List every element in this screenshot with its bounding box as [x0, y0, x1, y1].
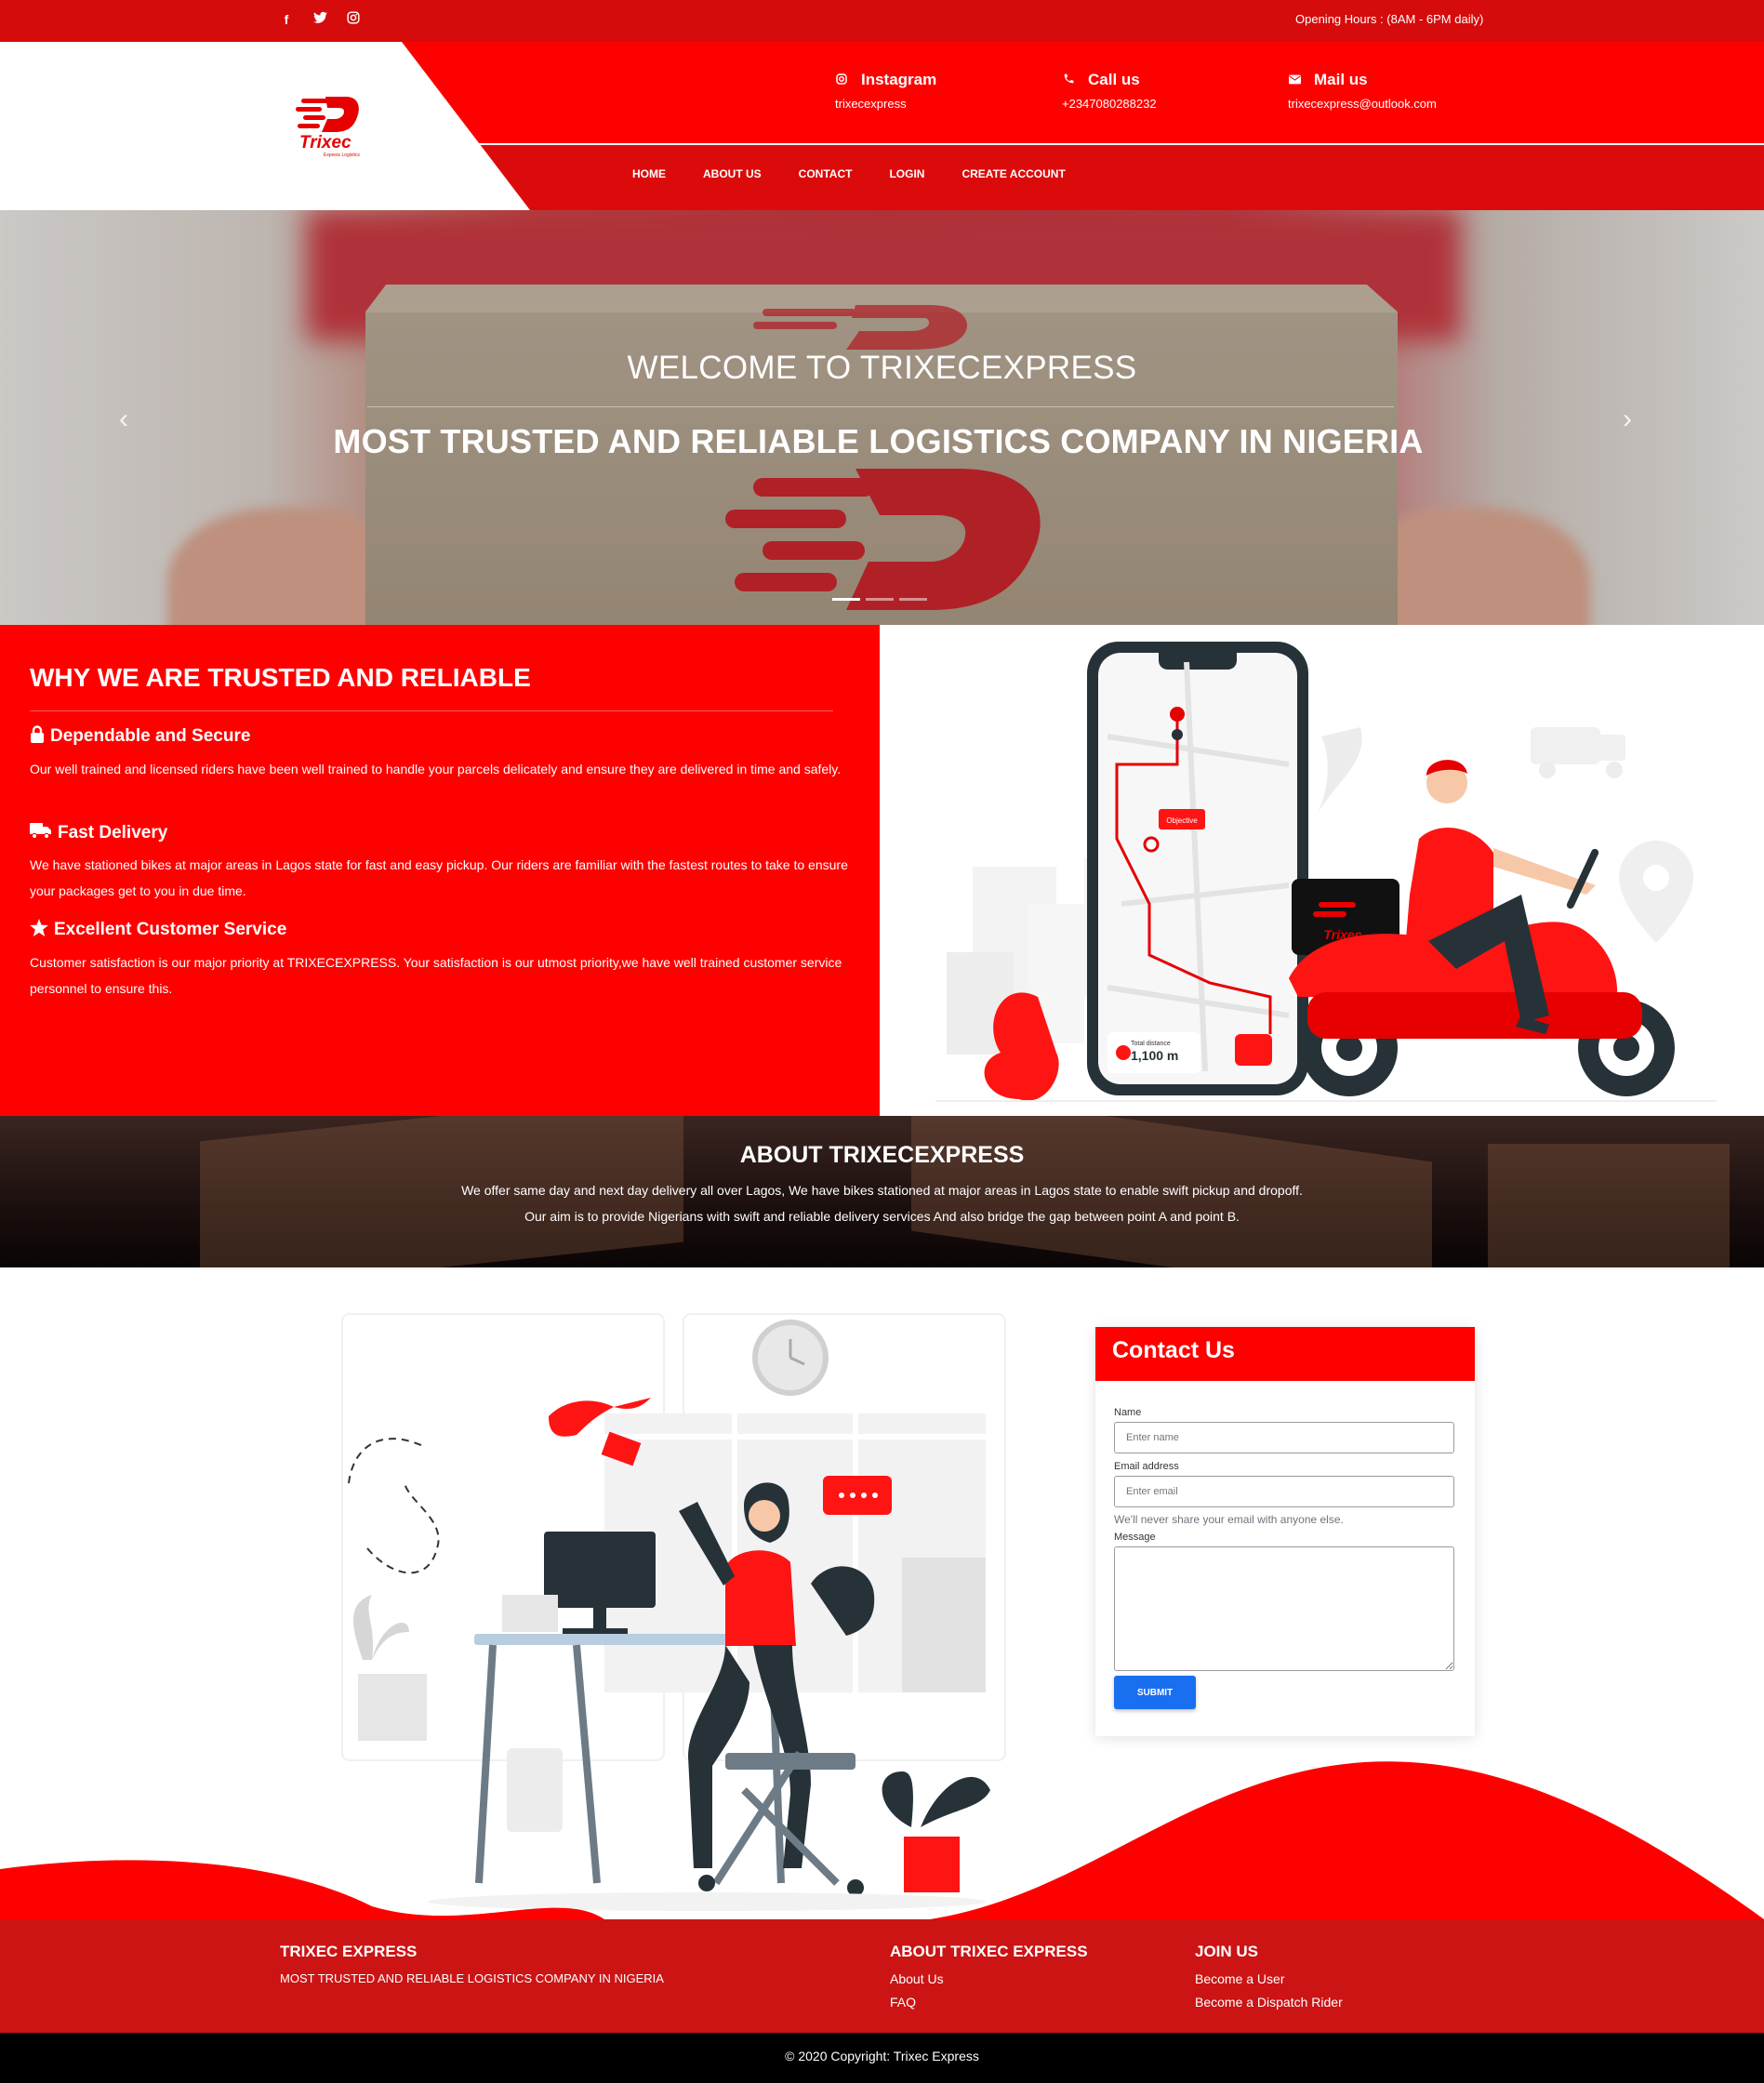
top-bar: f Opening Hours : (8AM - 6PM daily): [0, 0, 1764, 42]
nav-home[interactable]: HOME: [632, 167, 666, 180]
email-hint: We'll never share your email with anyone…: [1114, 1513, 1344, 1526]
contact-title: Instagram: [861, 71, 937, 88]
twitter-icon[interactable]: [312, 11, 327, 28]
brand-tagline: Express Logistics: [324, 153, 360, 158]
contact-form: Name Email address We'll never share you…: [1114, 1407, 1454, 1709]
why-item: Excellent Customer Service Customer sati…: [30, 919, 848, 1002]
carousel-dot[interactable]: [899, 598, 927, 601]
instagram-icon: [835, 73, 848, 87]
why-item-text: Customer satisfaction is our major prior…: [30, 955, 842, 996]
why-item: Dependable and Secure Our well trained a…: [30, 725, 848, 782]
opening-hours: Opening Hours : (8AM - 6PM daily): [1295, 12, 1484, 26]
name-input[interactable]: [1114, 1422, 1454, 1453]
why-item: Fast Delivery We have stationed bikes at…: [30, 822, 848, 904]
why-item-title: Excellent Customer Service: [54, 920, 287, 939]
carousel-prev-icon[interactable]: ‹: [119, 404, 128, 435]
footer-link-become-rider[interactable]: Become a Dispatch Rider: [1195, 1995, 1343, 2010]
email-input[interactable]: [1114, 1476, 1454, 1507]
phone-icon: [1062, 73, 1075, 87]
nav-about-us[interactable]: ABOUT US: [703, 167, 762, 180]
footer-link-faq[interactable]: FAQ: [890, 1995, 1088, 2010]
contact-value: +2347080288232: [1062, 97, 1157, 111]
envelope-icon: [1288, 73, 1301, 87]
footer: TRIXEC EXPRESS MOST TRUSTED AND RELIABLE…: [0, 1919, 1764, 2033]
message-label: Message: [1114, 1532, 1156, 1543]
why-section: WHY WE ARE TRUSTED AND RELIABLE Dependab…: [0, 625, 880, 1116]
brand-name: Trixec: [299, 133, 351, 153]
contact-value: trixecexpress: [835, 97, 907, 111]
star-icon: [30, 919, 48, 941]
truck-icon: [30, 822, 52, 843]
footer-heading: JOIN US: [1195, 1943, 1259, 1960]
mail-contact[interactable]: Mail us trixecexpress@outlook.com: [1288, 71, 1437, 111]
distance-label: Total distance: [1131, 1041, 1171, 1047]
hero-subtitle: MOST TRUSTED AND RELIABLE LOGISTICS COMP…: [333, 422, 1424, 460]
about-title: ABOUT TRIXECEXPRESS: [739, 1142, 1025, 1168]
footer-join-col: JOIN US Become a User Become a Dispatch …: [1195, 1943, 1343, 2010]
footer-link-about-us[interactable]: About Us: [890, 1971, 1088, 1986]
footer-tagline: MOST TRUSTED AND RELIABLE LOGISTICS COMP…: [280, 1971, 664, 1985]
map-label: Objective: [1166, 816, 1198, 825]
distance-value: 1,100 m: [1131, 1048, 1178, 1063]
instagram-icon[interactable]: [346, 11, 361, 28]
delivery-illustration: Objective Total distance 1,100 m Trixec: [880, 625, 1764, 1116]
copyright: © 2020 Copyright: Trixec Express: [0, 2033, 1764, 2083]
why-item-title: Dependable and Secure: [50, 726, 251, 746]
contact-form-title: Contact Us: [1095, 1327, 1475, 1381]
carousel-next-icon[interactable]: ›: [1623, 404, 1632, 435]
carousel-indicators: [832, 598, 927, 601]
footer-heading: ABOUT TRIXEC EXPRESS: [890, 1943, 1088, 1960]
about-text: Our aim is to provide Nigerians with swi…: [524, 1209, 1240, 1224]
nav-contact[interactable]: CONTACT: [799, 167, 853, 180]
why-title: WHY WE ARE TRUSTED AND RELIABLE: [30, 663, 531, 692]
nav-create-account[interactable]: CREATE ACCOUNT: [962, 167, 1065, 180]
contact-value: trixecexpress@outlook.com: [1288, 97, 1437, 111]
logo-mark-icon: [296, 97, 359, 132]
submit-button[interactable]: SUBMIT: [1114, 1676, 1196, 1709]
header-divider: [479, 143, 1764, 145]
social-links: f: [279, 11, 361, 28]
facebook-icon[interactable]: f: [279, 11, 294, 28]
about-section: ABOUT TRIXECEXPRESS We offer same day an…: [0, 1116, 1764, 1267]
why-item-title: Fast Delivery: [58, 822, 168, 842]
instagram-contact[interactable]: Instagram trixecexpress: [835, 71, 936, 111]
footer-heading: TRIXEC EXPRESS: [280, 1943, 418, 1960]
contact-form-card: Contact Us Name Email address We'll neve…: [1095, 1327, 1475, 1736]
carousel-dot[interactable]: [832, 598, 860, 601]
footer-link-become-user[interactable]: Become a User: [1195, 1971, 1343, 1986]
email-label: Email address: [1114, 1461, 1179, 1472]
scooter-delivery-illustration: Objective Total distance 1,100 m Trixec: [935, 642, 1717, 1102]
phone-contact[interactable]: Call us +2347080288232: [1062, 71, 1157, 111]
hero-carousel: WELCOME TO TRIXECEXPRESS MOST TRUSTED AN…: [0, 210, 1764, 625]
about-text: We offer same day and next day delivery …: [461, 1183, 1303, 1198]
contact-title: Call us: [1088, 71, 1140, 88]
hero-title: WELCOME TO TRIXECEXPRESS: [627, 350, 1137, 386]
lock-icon: [30, 725, 45, 748]
brand-logo[interactable]: Trixec Express Logistics: [294, 95, 361, 160]
why-item-text: Our well trained and licensed riders hav…: [30, 762, 842, 776]
footer-about-col: TRIXEC EXPRESS MOST TRUSTED AND RELIABLE…: [280, 1943, 664, 1985]
contact-title: Mail us: [1314, 71, 1368, 88]
why-item-text: We have stationed bikes at major areas i…: [30, 857, 848, 898]
carousel-dot[interactable]: [866, 598, 894, 601]
red-wave-decoration: [0, 1761, 1764, 1919]
message-textarea[interactable]: [1114, 1546, 1454, 1671]
footer-links-col: ABOUT TRIXEC EXPRESS About Us FAQ: [890, 1943, 1088, 2010]
nav-login[interactable]: LOGIN: [889, 167, 924, 180]
name-label: Name: [1114, 1407, 1142, 1418]
main-nav: HOME ABOUT US CONTACT LOGIN CREATE ACCOU…: [632, 167, 1103, 180]
